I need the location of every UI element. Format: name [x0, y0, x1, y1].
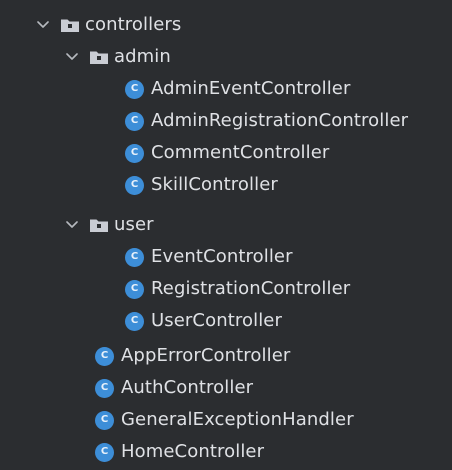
class-label: EventController [151, 246, 293, 267]
tree-node-controllers[interactable]: controllers [36, 9, 181, 41]
tree-node-user[interactable]: user [65, 209, 154, 241]
class-icon: C [95, 442, 114, 462]
chevron-down-icon[interactable] [65, 218, 79, 232]
chevron-down-icon[interactable] [36, 18, 50, 32]
folder-label: admin [114, 46, 171, 67]
tree-node-class[interactable]: C AdminEventController [125, 73, 350, 105]
tree-node-class[interactable]: C RegistrationController [125, 273, 350, 305]
class-label: SkillController [151, 174, 278, 195]
class-label: RegistrationController [151, 278, 351, 299]
tree-node-class[interactable]: C UserController [125, 305, 282, 337]
tree-node-admin[interactable]: admin [65, 41, 171, 73]
class-label: AuthController [121, 377, 254, 398]
tree-node-class[interactable]: C AdminRegistrationController [125, 105, 408, 137]
class-label: HomeController [121, 441, 265, 462]
folder-label: user [114, 214, 154, 235]
class-label: CommentController [151, 142, 330, 163]
class-label: AdminRegistrationController [151, 110, 409, 131]
class-icon: C [125, 143, 144, 163]
class-label: AppErrorController [121, 345, 291, 366]
chevron-down-icon[interactable] [65, 50, 79, 64]
class-icon: C [95, 378, 114, 398]
folder-icon [89, 218, 109, 233]
class-icon: C [125, 175, 144, 195]
class-label: AdminEventController [151, 78, 351, 99]
tree-node-class[interactable]: C HomeController [95, 436, 264, 468]
class-label: UserController [151, 310, 282, 331]
class-icon: C [125, 79, 144, 99]
class-icon: C [95, 346, 114, 366]
class-icon: C [125, 279, 144, 299]
folder-icon [60, 18, 80, 33]
tree-node-class[interactable]: C AppErrorController [95, 340, 290, 372]
class-icon: C [95, 410, 114, 430]
tree-node-class[interactable]: C GeneralExceptionHandler [95, 404, 354, 436]
tree-node-class[interactable]: C CommentController [125, 137, 329, 169]
class-icon: C [125, 111, 144, 131]
tree-node-class[interactable]: C AuthController [95, 372, 253, 404]
folder-icon [89, 50, 109, 65]
class-icon: C [125, 311, 144, 331]
class-icon: C [125, 247, 144, 267]
tree-node-class[interactable]: C SkillController [125, 169, 278, 201]
folder-label: controllers [85, 14, 182, 35]
tree-node-class[interactable]: C EventController [125, 241, 293, 273]
class-label: GeneralExceptionHandler [121, 409, 354, 430]
